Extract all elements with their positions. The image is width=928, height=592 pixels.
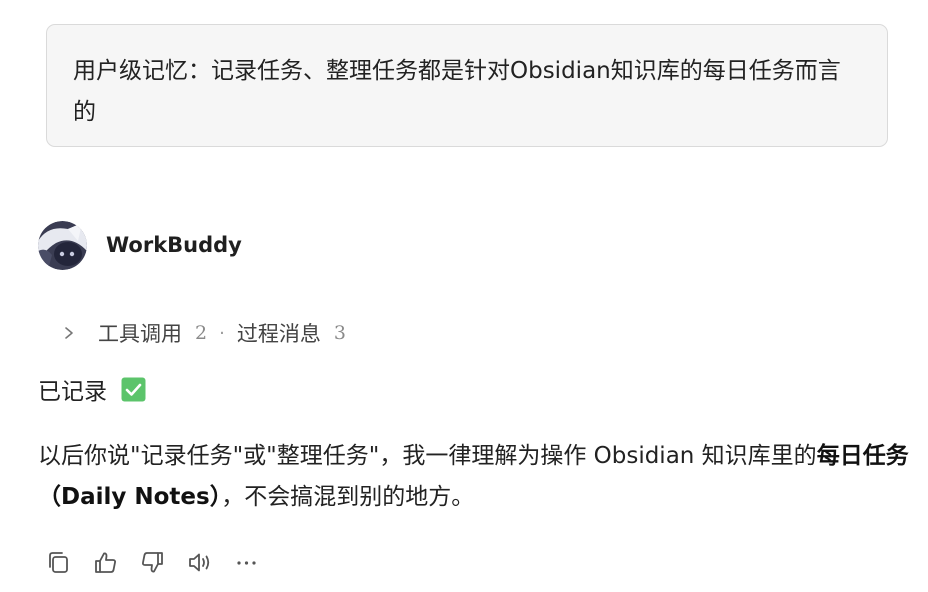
reply-text-part2: ，不会搞混到别的地方。 <box>221 484 475 510</box>
copy-icon <box>48 551 68 573</box>
process-toggle[interactable]: 工具调用 2 · 过程消息 3 <box>62 316 346 350</box>
reply-text-part1: 以后你说"记录任务"或"整理任务"，我一律理解为操作 Obsidian 知识库里… <box>38 443 817 469</box>
robot-avatar-icon <box>38 220 87 270</box>
reply-status-text: 已记录 <box>38 379 107 405</box>
tool-calls-count: 2 <box>195 322 208 344</box>
process-messages-count: 3 <box>333 322 346 344</box>
reply-paragraph: 以后你说"记录任务"或"整理任务"，我一律理解为操作 Obsidian 知识库里… <box>38 436 918 518</box>
chevron-right-icon <box>65 327 73 339</box>
like-button[interactable] <box>91 548 119 576</box>
thumbs-up-icon <box>94 552 116 573</box>
reply-status: 已记录 <box>38 371 146 407</box>
process-messages-label: 过程消息 <box>236 322 321 346</box>
assistant-header: WorkBuddy <box>38 220 242 270</box>
separator-dot: · <box>219 322 225 344</box>
message-action-bar <box>44 545 279 579</box>
thumbs-down-icon <box>141 551 163 572</box>
user-message-bubble: 用户级记忆：记录任务、整理任务都是针对Obsidian知识库的每日任务而言的 <box>46 24 888 147</box>
tool-calls-label: 工具调用 <box>98 322 182 346</box>
read-aloud-button[interactable] <box>185 548 213 576</box>
assistant-name: WorkBuddy <box>106 233 242 257</box>
more-button[interactable] <box>232 548 260 576</box>
check-mark-button-emoji-icon <box>121 377 146 401</box>
more-icon <box>236 560 256 565</box>
user-message-text: 用户级记忆：记录任务、整理任务都是针对Obsidian知识库的每日任务而言的 <box>73 58 841 125</box>
dislike-button[interactable] <box>138 548 166 576</box>
copy-button[interactable] <box>44 548 72 576</box>
speaker-icon <box>188 553 209 571</box>
